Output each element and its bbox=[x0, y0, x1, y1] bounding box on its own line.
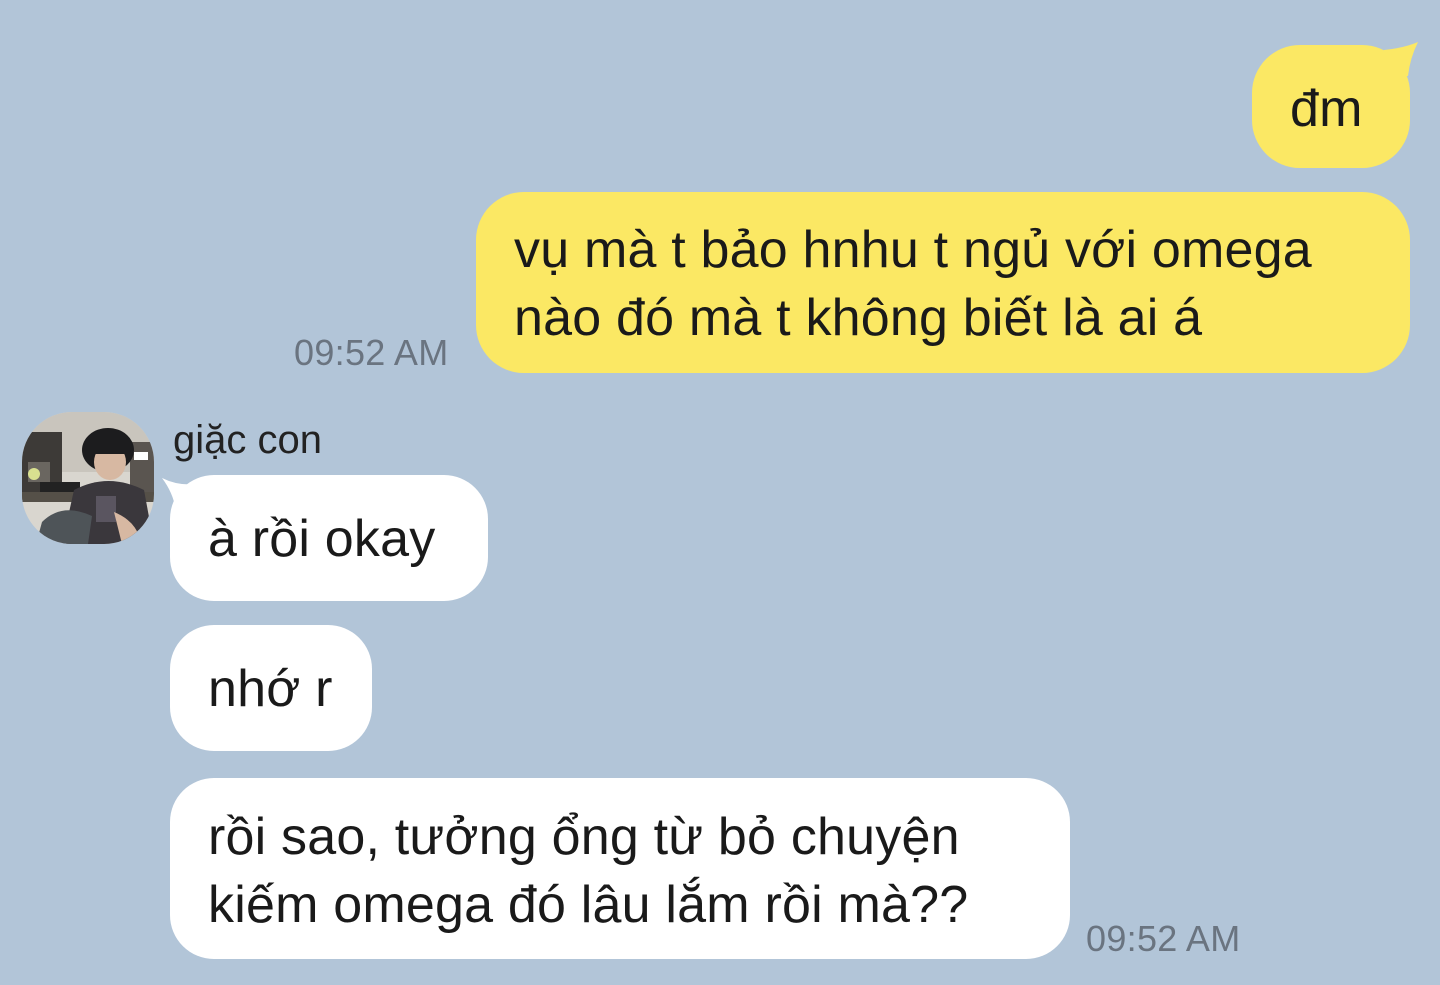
sender-name: giặc con bbox=[173, 418, 322, 462]
outgoing-message-bubble[interactable]: đm bbox=[1252, 45, 1410, 168]
message-timestamp: 09:52 AM bbox=[294, 332, 449, 373]
message-text: nhớ r bbox=[208, 660, 333, 718]
message-text-line: nào đó mà t không biết là ai á bbox=[514, 289, 1203, 347]
message-timestamp: 09:52 AM bbox=[1086, 918, 1241, 959]
chat-thread: đm vụ mà t bảo hnhu t ngủ với omega nào … bbox=[0, 0, 1440, 985]
avatar-photo-icon bbox=[22, 412, 154, 544]
message-text: đm bbox=[1290, 80, 1363, 138]
incoming-message-bubble[interactable]: à rồi okay bbox=[170, 475, 488, 601]
message-text-line: kiếm omega đó lâu lắm rồi mà?? bbox=[208, 876, 969, 934]
avatar[interactable] bbox=[22, 412, 154, 544]
message-text-line: rồi sao, tưởng ổng từ bỏ chuyện bbox=[208, 808, 960, 866]
outgoing-message-bubble[interactable]: vụ mà t bảo hnhu t ngủ với omega nào đó … bbox=[476, 192, 1410, 373]
message-text-line: vụ mà t bảo hnhu t ngủ với omega bbox=[514, 221, 1312, 279]
incoming-message-bubble[interactable]: nhớ r bbox=[170, 625, 372, 751]
message-text: à rồi okay bbox=[208, 510, 436, 568]
incoming-message-bubble[interactable]: rồi sao, tưởng ổng từ bỏ chuyện kiếm ome… bbox=[170, 778, 1070, 959]
